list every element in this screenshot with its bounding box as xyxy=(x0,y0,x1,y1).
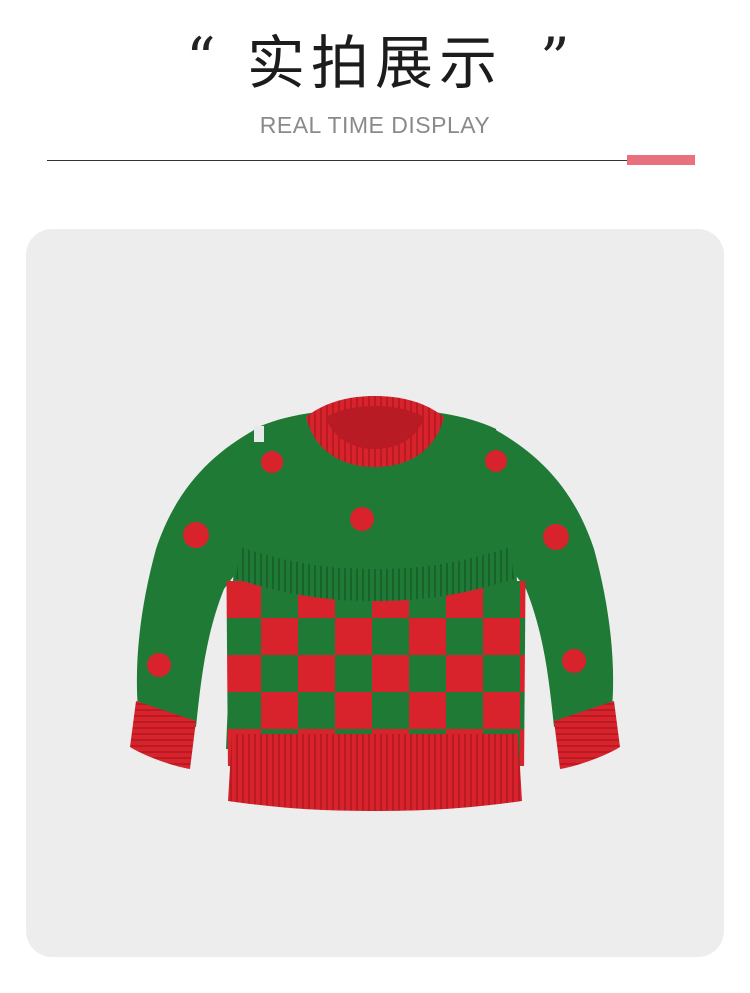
product-photo-card xyxy=(26,229,724,957)
check-square xyxy=(335,655,372,692)
check-square xyxy=(298,692,335,729)
check-square xyxy=(335,618,372,655)
check-square xyxy=(226,581,261,618)
check-square xyxy=(372,655,409,692)
check-square xyxy=(226,618,261,655)
check-square xyxy=(446,655,483,692)
check-square xyxy=(409,655,446,692)
check-square xyxy=(446,692,483,729)
check-square xyxy=(372,692,409,729)
section-title: 实拍展示 xyxy=(246,29,503,97)
check-square xyxy=(483,581,520,618)
check-square xyxy=(409,692,446,729)
bottom-hem xyxy=(228,734,522,811)
divider-line xyxy=(47,160,627,161)
check-square xyxy=(372,618,409,655)
check-square xyxy=(483,692,520,729)
check-square xyxy=(409,618,446,655)
check-square xyxy=(298,655,335,692)
check-square xyxy=(261,655,298,692)
check-square xyxy=(520,729,526,766)
check-square xyxy=(335,692,372,729)
divider-accent xyxy=(627,155,695,165)
check-square xyxy=(226,692,261,729)
section-header: “ 实拍展示 ” REAL TIME DISPLAY xyxy=(0,0,750,170)
check-square xyxy=(261,692,298,729)
check-square xyxy=(483,655,520,692)
check-square xyxy=(298,618,335,655)
check-square xyxy=(446,618,483,655)
sweater-photo xyxy=(130,396,620,811)
section-subtitle: REAL TIME DISPLAY xyxy=(259,112,491,138)
check-square xyxy=(483,618,520,655)
close-quote-mark: ” xyxy=(540,25,570,93)
check-square xyxy=(226,655,261,692)
brand-tag xyxy=(254,426,264,442)
check-square xyxy=(261,618,298,655)
